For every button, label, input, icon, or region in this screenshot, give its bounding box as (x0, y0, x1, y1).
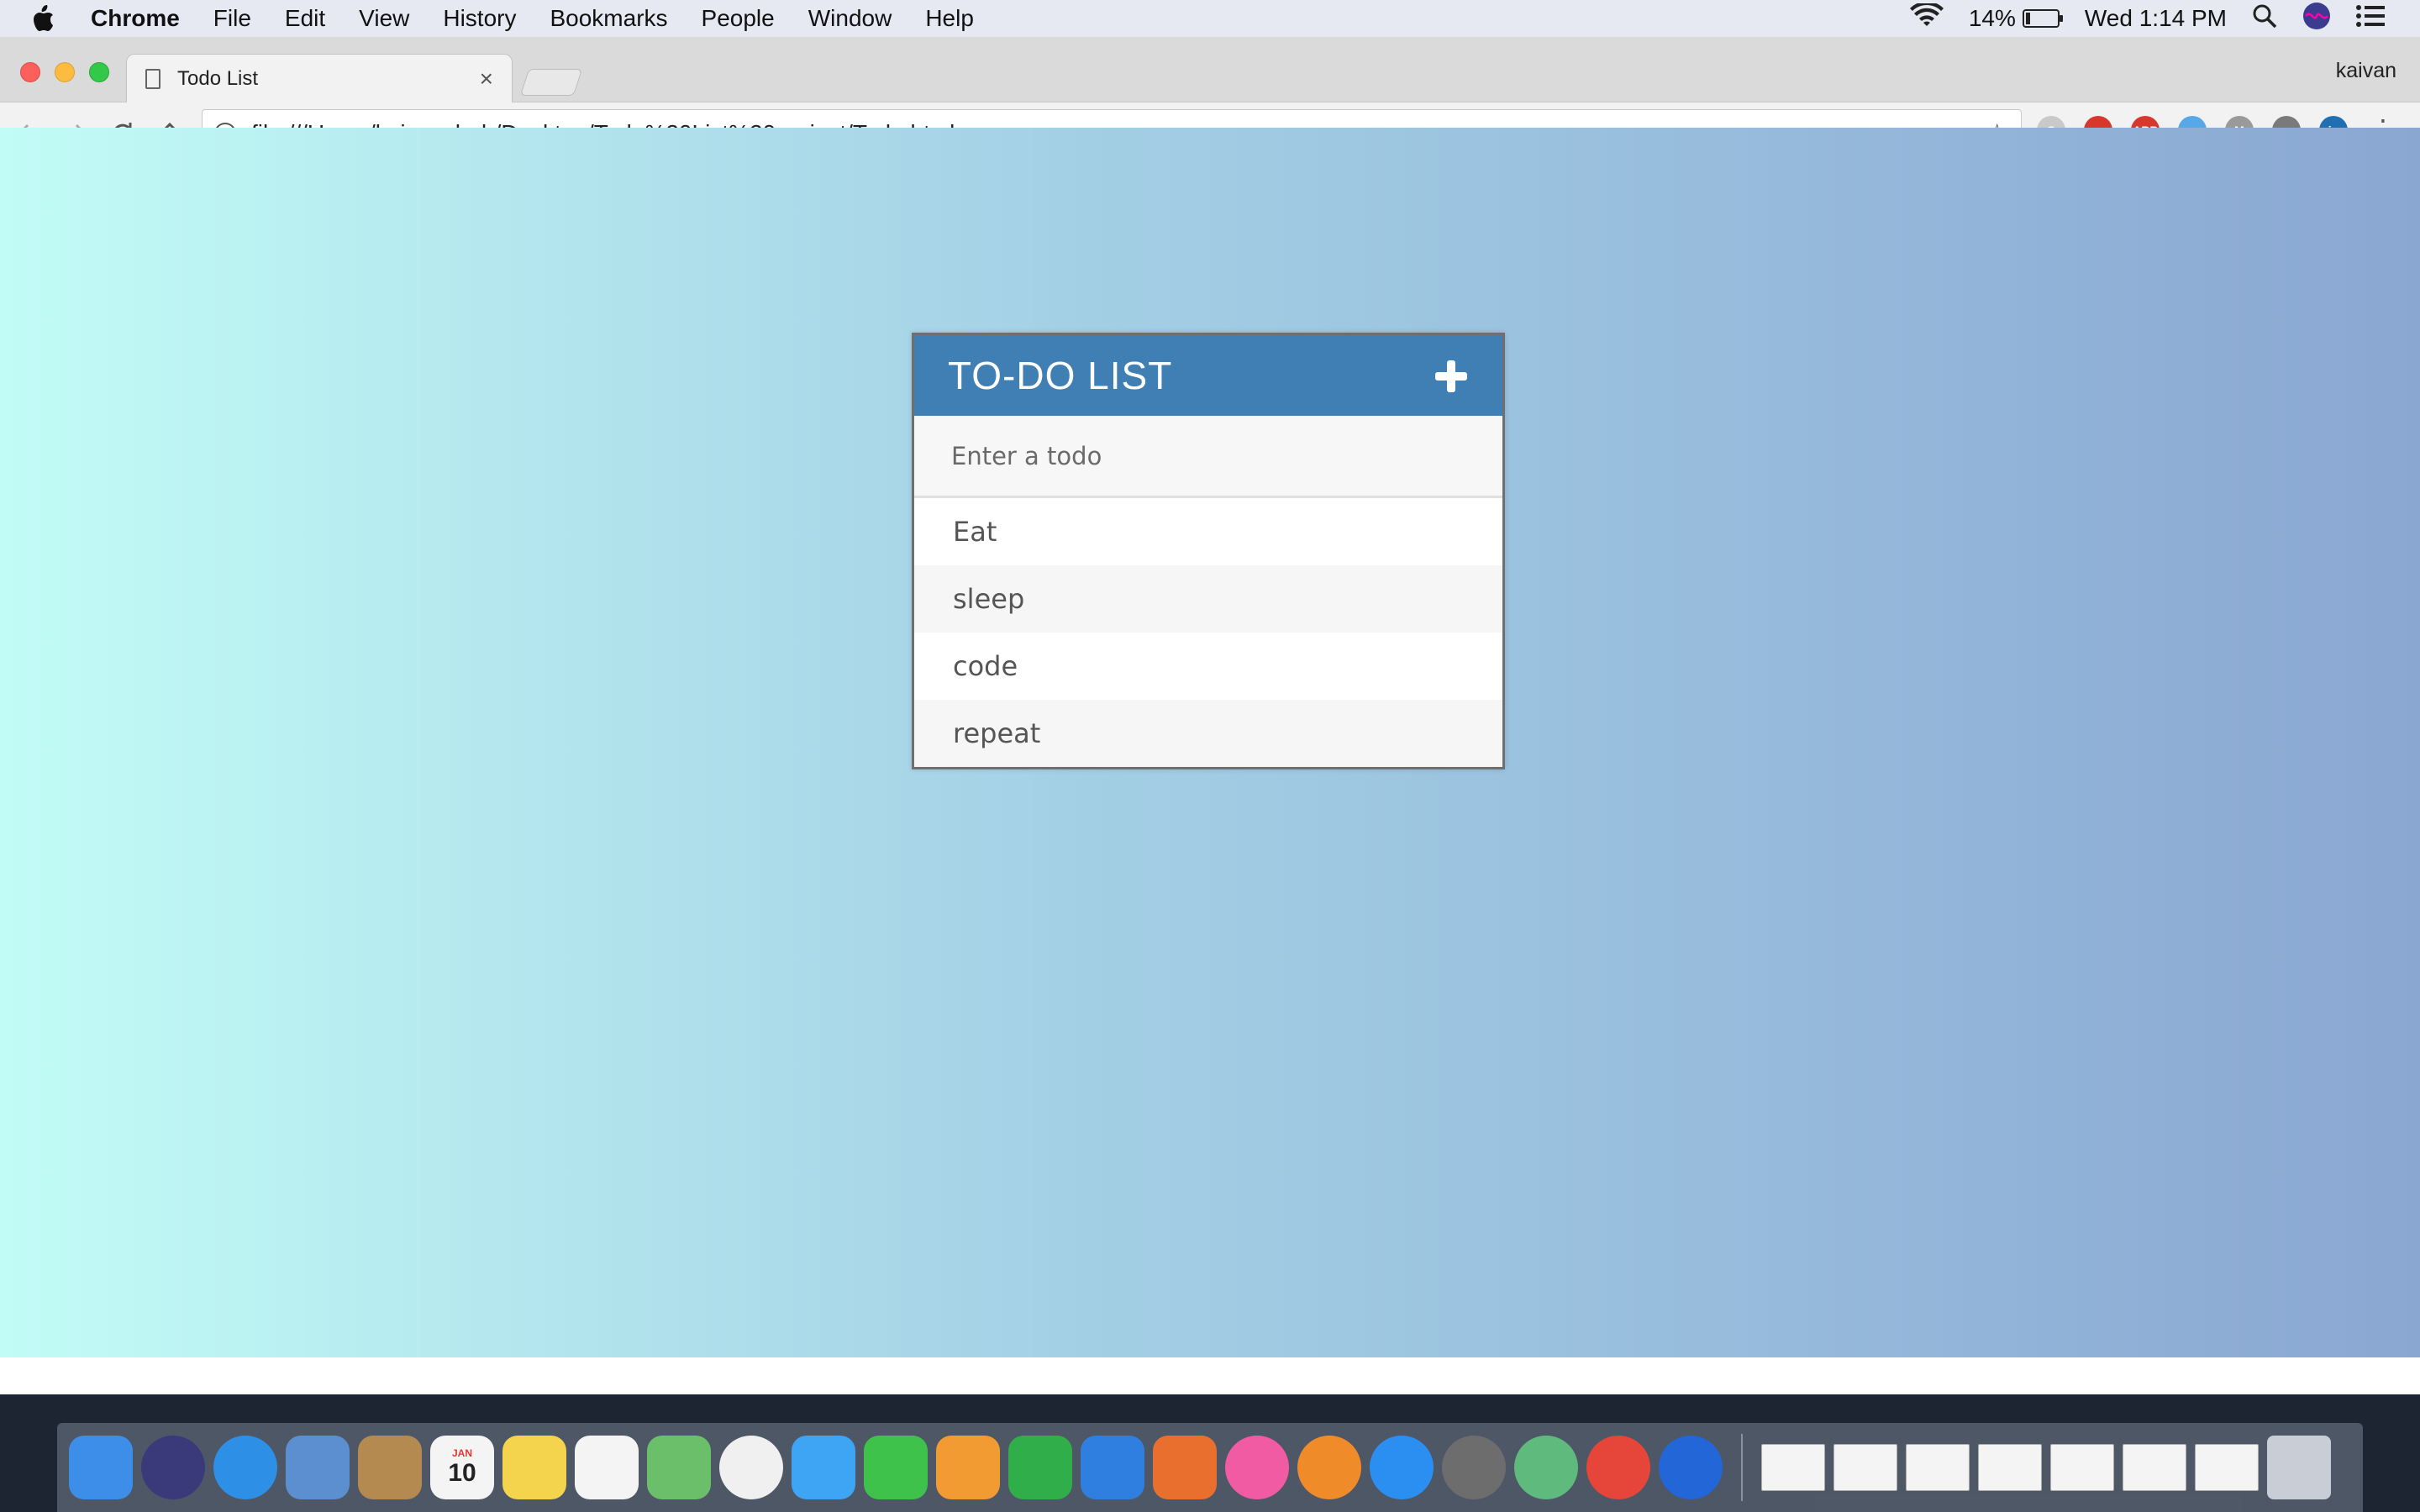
ibooks-icon[interactable] (1297, 1436, 1361, 1499)
todo-list: Eat sleep code repeat (914, 498, 1502, 767)
mac-menu-bar: Chrome File Edit View History Bookmarks … (0, 0, 2420, 37)
page-background: TO-DO LIST Eatsleepcoderepeat (0, 128, 2420, 1357)
menu-edit[interactable]: Edit (285, 5, 325, 32)
wifi-icon[interactable] (1909, 1, 1944, 34)
safari-icon[interactable] (213, 1436, 277, 1499)
minimized-window-thumbnail[interactable] (2123, 1444, 2186, 1491)
todo-item[interactable]: code (914, 633, 1502, 700)
profile-button[interactable]: kaivan (2336, 59, 2396, 83)
fullscreen-window-button[interactable] (89, 62, 109, 82)
add-icon[interactable] (1432, 357, 1469, 394)
tab-title: Todo List (177, 66, 259, 90)
photos-icon[interactable] (719, 1436, 783, 1499)
atom-icon[interactable] (1514, 1436, 1578, 1499)
mail-icon[interactable] (286, 1436, 350, 1499)
battery-percent: 14% (1968, 5, 2016, 31)
notes-icon[interactable] (502, 1436, 566, 1499)
notification-center-icon[interactable] (2356, 4, 2385, 34)
finder-icon[interactable] (69, 1436, 133, 1499)
pages-icon[interactable] (936, 1436, 1000, 1499)
calendar-icon[interactable]: JAN 10 (430, 1436, 494, 1499)
tab-strip: Todo List × kaivan (0, 37, 2420, 102)
minimized-window-thumbnail[interactable] (1761, 1444, 1825, 1491)
reminders-icon[interactable] (575, 1436, 639, 1499)
todo-input-row (914, 416, 1502, 498)
todo-item[interactable]: Eat (914, 498, 1502, 565)
page-icon (145, 68, 160, 89)
menu-bookmarks[interactable]: Bookmarks (550, 5, 667, 32)
tab-todo-list[interactable]: Todo List × (126, 54, 513, 102)
todo-container: TO-DO LIST Eatsleepcoderepeat (912, 333, 1505, 769)
dock-separator (1741, 1434, 1743, 1501)
facetime-icon[interactable] (864, 1436, 928, 1499)
dock: JAN 10 (57, 1423, 2363, 1512)
calendar-month: JAN (451, 1447, 472, 1459)
tab-close-icon[interactable]: × (480, 66, 493, 92)
menu-view[interactable]: View (359, 5, 409, 32)
minimized-window-thumbnail[interactable] (1978, 1444, 2042, 1491)
battery-icon (2022, 9, 2063, 28)
todo-input[interactable] (914, 416, 1502, 496)
itunes-icon[interactable] (1225, 1436, 1289, 1499)
menu-window[interactable]: Window (808, 5, 892, 32)
menu-help[interactable]: Help (925, 5, 974, 32)
contacts-icon[interactable] (358, 1436, 422, 1499)
messages-icon[interactable] (792, 1436, 855, 1499)
siri-app-icon[interactable] (141, 1436, 205, 1499)
minimized-window-thumbnail[interactable] (1906, 1444, 1970, 1491)
app-store-icon[interactable] (1370, 1436, 1434, 1499)
minimized-window-thumbnail[interactable] (2195, 1444, 2259, 1491)
todo-title: TO-DO LIST (948, 354, 1173, 397)
siri-icon[interactable] (2302, 2, 2331, 36)
menu-people[interactable]: People (702, 5, 775, 32)
menu-app-chrome[interactable]: Chrome (91, 5, 180, 32)
sourcetree-icon[interactable] (1659, 1436, 1723, 1499)
menu-file[interactable]: File (213, 5, 251, 32)
numbers-icon[interactable] (1008, 1436, 1072, 1499)
clock[interactable]: Wed 1:14 PM (2085, 5, 2227, 32)
battery-fill (2025, 13, 2030, 24)
xampp-icon[interactable] (1153, 1436, 1217, 1499)
close-window-button[interactable] (20, 62, 40, 82)
calendar-day: 10 (448, 1459, 476, 1487)
trash-icon[interactable] (2267, 1436, 2331, 1499)
menu-history[interactable]: History (443, 5, 516, 32)
todo-header: TO-DO LIST (914, 335, 1502, 416)
spotlight-icon[interactable] (2252, 3, 2277, 34)
todo-item[interactable]: repeat (914, 700, 1502, 767)
todo-item[interactable]: sleep (914, 565, 1502, 633)
window-controls (20, 62, 109, 82)
minimized-window-thumbnail[interactable] (1833, 1444, 1897, 1491)
chrome-icon[interactable] (1586, 1436, 1650, 1499)
system-preferences-icon[interactable] (1442, 1436, 1506, 1499)
keynote-icon[interactable] (1081, 1436, 1144, 1499)
new-tab-button[interactable] (519, 69, 583, 96)
minimize-window-button[interactable] (55, 62, 75, 82)
minimized-window-thumbnail[interactable] (2050, 1444, 2114, 1491)
battery-status[interactable]: 14% (1968, 5, 2063, 32)
maps-icon[interactable] (647, 1436, 711, 1499)
apple-menu-icon[interactable] (30, 4, 72, 33)
